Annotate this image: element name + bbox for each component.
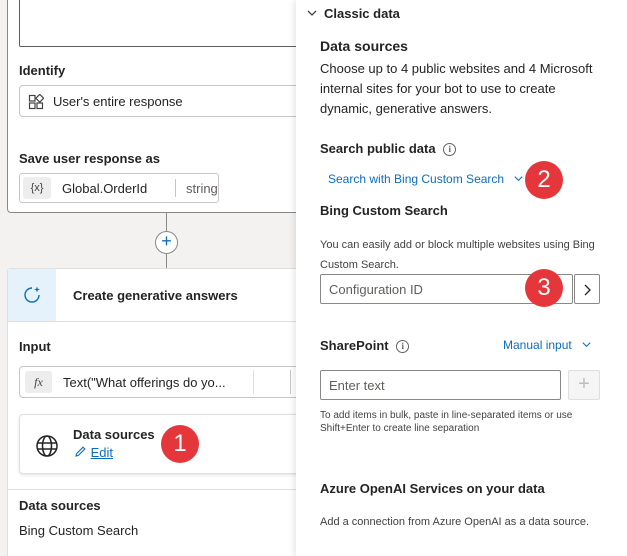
bulk-add-hint: To add items in bulk, paste in line-sepa…	[320, 410, 573, 434]
azure-openai-heading: Azure OpenAI Services on your data	[320, 481, 545, 496]
sharepoint-url-input[interactable]: Enter text	[320, 370, 561, 400]
add-node-button[interactable]: +	[155, 231, 178, 254]
search-type-value: Search with Bing Custom Search	[328, 172, 505, 186]
pencil-icon	[75, 446, 86, 457]
data-sources-description: Choose up to 4 public websites and 4 Mic…	[320, 61, 593, 116]
chevron-down-icon	[514, 176, 523, 182]
identify-value: User's entire response	[53, 94, 183, 109]
generative-answers-node: Create generative answers Input fx Text(…	[7, 268, 296, 556]
data-sources-label: Data sources	[19, 498, 101, 513]
save-response-label: Save user response as	[19, 151, 160, 166]
entity-grid-icon	[28, 94, 44, 110]
edit-link[interactable]: Edit	[74, 445, 113, 460]
info-icon[interactable]: i	[443, 143, 457, 157]
info-icon[interactable]: i	[396, 340, 410, 354]
authoring-canvas: Identify User's entire response Save use…	[0, 0, 296, 556]
variable-type: string	[186, 181, 218, 196]
bing-custom-search-heading: Bing Custom Search	[320, 203, 448, 218]
configuration-next-button[interactable]	[574, 274, 600, 304]
annotation-badge-3: 3	[525, 269, 563, 307]
formula-divider	[290, 370, 291, 394]
variable-pill[interactable]: {x} Global.OrderId string	[19, 173, 219, 203]
classic-data-toggle[interactable]: Classic data	[306, 6, 400, 21]
variable-name: Global.OrderId	[62, 181, 148, 196]
node-title: Create generative answers	[73, 288, 238, 303]
generative-sparkle-icon	[24, 286, 40, 303]
input-label: Input	[19, 339, 51, 354]
variable-icon: {x}	[23, 177, 51, 199]
data-sources-heading: Data sources	[320, 38, 408, 54]
input-formula-value: Text("What offerings do yo...	[63, 375, 226, 390]
add-sharepoint-button[interactable]: +	[568, 370, 600, 400]
annotation-badge-1: 1	[161, 425, 199, 463]
identify-label: Identify	[19, 63, 66, 78]
node-header[interactable]: Create generative answers	[8, 269, 296, 321]
globe-icon	[36, 435, 58, 457]
data-sources-card: Data sources Edit	[19, 414, 296, 474]
search-public-data-label: Search public data	[320, 141, 436, 156]
search-type-dropdown[interactable]: Search with Bing Custom Search	[328, 172, 524, 186]
data-sources-value: Bing Custom Search	[19, 523, 139, 538]
connector-line-top	[166, 213, 167, 231]
header-divider	[8, 321, 296, 322]
generative-answers-properties-panel: Classic data Data sources Choose up to 4…	[296, 0, 627, 556]
input-formula-field[interactable]: fx Text("What offerings do yo...	[19, 366, 296, 398]
enter-text-placeholder: Enter text	[329, 378, 385, 393]
chevron-right-icon	[584, 284, 591, 296]
edit-link-label: Edit	[90, 445, 114, 460]
connector-line-bottom	[166, 254, 167, 268]
classic-data-label: Classic data	[324, 6, 400, 21]
search-public-data-heading: Search public data i	[320, 141, 457, 157]
fx-icon: fx	[25, 371, 52, 393]
node-icon-box	[8, 269, 56, 321]
azure-openai-description: Add a connection from Azure OpenAI as a …	[320, 516, 590, 528]
chevron-down-icon	[307, 10, 317, 16]
identify-select[interactable]: User's entire response	[19, 85, 296, 117]
bing-custom-search-description: You can easily add or block multiple web…	[320, 239, 595, 271]
question-node: Identify User's entire response Save use…	[7, 0, 296, 213]
question-text-field[interactable]	[19, 0, 296, 47]
section-divider	[8, 489, 296, 490]
formula-end-divider	[253, 370, 254, 394]
data-sources-card-title: Data sources	[73, 427, 155, 442]
sharepoint-label: SharePoint	[320, 338, 389, 353]
pill-divider	[175, 179, 176, 197]
sharepoint-input-mode-dropdown[interactable]: Manual input	[503, 338, 592, 352]
input-mode-value: Manual input	[503, 338, 572, 352]
chevron-down-icon	[582, 342, 591, 348]
configuration-id-placeholder: Configuration ID	[329, 282, 423, 297]
sharepoint-heading: SharePoint i	[320, 338, 410, 354]
annotation-badge-2: 2	[525, 161, 563, 199]
